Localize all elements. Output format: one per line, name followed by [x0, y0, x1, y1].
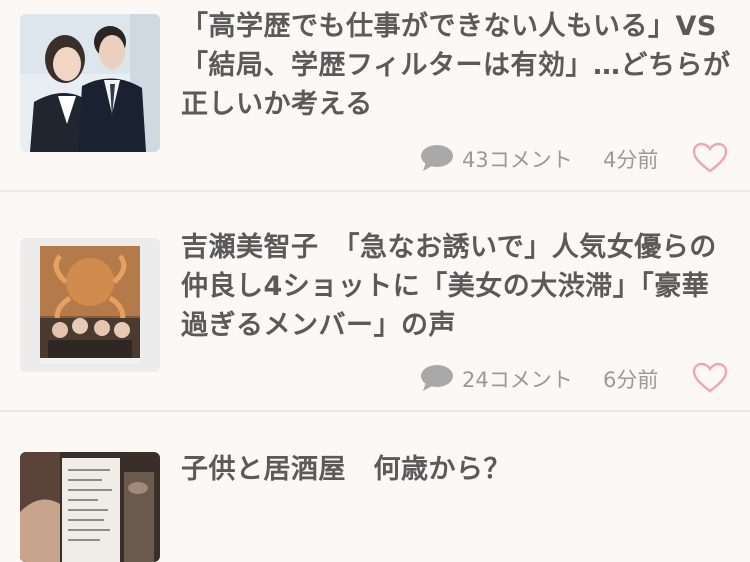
article-meta: 43コメント 4分前: [0, 140, 750, 176]
article-item[interactable]: 子供と居酒屋 何歳から？: [0, 412, 750, 562]
business-people-photo: [20, 14, 160, 152]
article-item[interactable]: 吉瀬美智子 「急なお誘いで」人気女優らの仲良し4ショットに「美女の大渋滞」「豪華…: [0, 192, 750, 410]
group-photo: [20, 238, 160, 372]
comment-bubble-icon: [421, 145, 453, 171]
article-title[interactable]: 「高学歴でも仕事ができない人もいる」VS「結局、学歴フィルターは有効」…どちらが…: [181, 7, 736, 124]
receipt-photo: [20, 452, 160, 562]
article-meta: 24コメント 6分前: [0, 360, 750, 396]
article-title[interactable]: 子供と居酒屋 何歳から？: [181, 450, 736, 489]
heart-outline-icon[interactable]: [692, 142, 728, 174]
article-feed: 「高学歴でも仕事ができない人もいる」VS「結局、学歴フィルターは有効」…どちらが…: [0, 0, 750, 562]
timestamp: 4分前: [603, 148, 659, 172]
comment-count: 24コメント: [462, 368, 573, 392]
article-thumbnail[interactable]: [20, 14, 160, 152]
article-thumbnail[interactable]: [20, 452, 160, 562]
article-thumbnail[interactable]: [20, 238, 160, 372]
article-item[interactable]: 「高学歴でも仕事ができない人もいる」VS「結局、学歴フィルターは有効」…どちらが…: [0, 0, 750, 190]
timestamp: 6分前: [603, 368, 659, 392]
article-title[interactable]: 吉瀬美智子 「急なお誘いで」人気女優らの仲良し4ショットに「美女の大渋滞」「豪華…: [181, 228, 736, 345]
comment-bubble-icon: [421, 365, 453, 391]
heart-outline-icon[interactable]: [692, 362, 728, 394]
comment-count: 43コメント: [462, 148, 573, 172]
